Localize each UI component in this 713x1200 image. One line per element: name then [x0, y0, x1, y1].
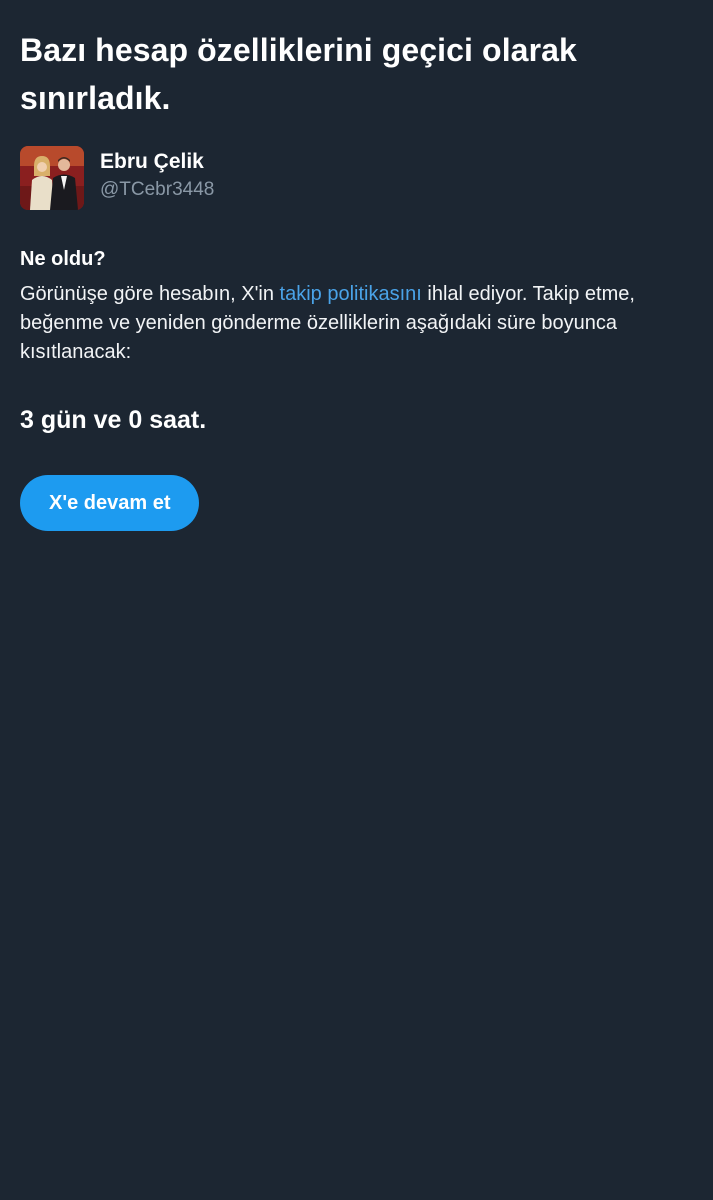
restriction-page: Bazı hesap özelliklerini geçici olarak s… [0, 0, 713, 1200]
page-title: Bazı hesap özelliklerini geçici olarak s… [20, 32, 577, 116]
explanation-text: Görünüşe göre hesabın, X'in takip politi… [20, 280, 693, 367]
profile-photo-icon [20, 146, 84, 210]
user-name: Ebru Çelik [100, 150, 204, 173]
explanation-text-start: Görünüşe göre hesabın, X'in [20, 283, 280, 305]
section-heading: Ne oldu? [20, 248, 106, 270]
restriction-duration: 3 gün ve 0 saat. [20, 406, 207, 434]
user-handle: @TCebr3448 [100, 179, 215, 200]
avatar [20, 146, 84, 210]
user-info: Ebru Çelik @TCebr3448 [100, 146, 214, 204]
continue-to-x-button[interactable]: X'e devam et [20, 475, 200, 531]
follow-policy-link[interactable]: takip politikasını [280, 283, 422, 305]
user-card: Ebru Çelik @TCebr3448 [20, 146, 693, 210]
